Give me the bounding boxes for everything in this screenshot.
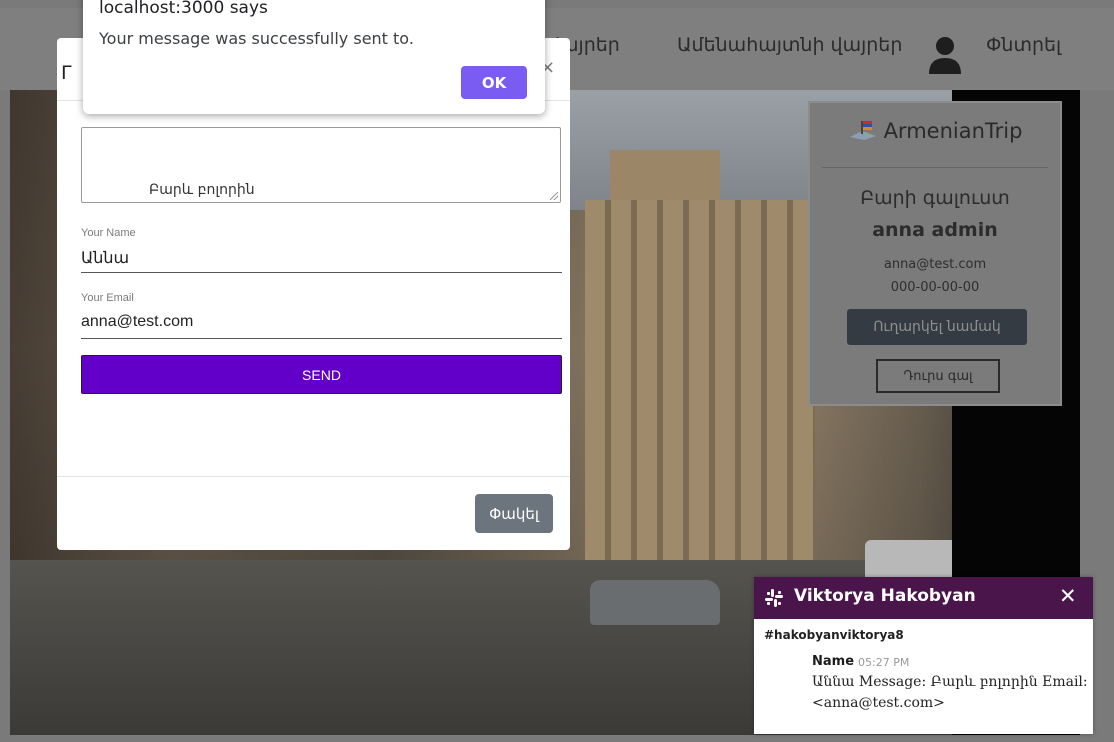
- email-field[interactable]: anna@test.com: [81, 313, 193, 331]
- notification-title: Viktorya Hakobyan: [794, 586, 976, 606]
- welcome-text: Բարի գալուստ: [860, 187, 1010, 209]
- notification-channel: #hakobyanviktorya8: [764, 628, 904, 642]
- card-divider: [822, 167, 1048, 168]
- contact-modal: Г × Բարև բոլորին Your Name Աննա Your Ema…: [57, 38, 570, 550]
- email-field-label: Your Email: [81, 292, 134, 304]
- slack-notification: Viktorya Hakobyan ✕ #hakobyanviktorya8 N…: [754, 577, 1093, 734]
- modal-title: Г: [61, 62, 73, 84]
- user-icon[interactable]: [927, 32, 963, 76]
- name-field-underline: [81, 272, 562, 273]
- alert-message: Your message was successfully sent to.: [99, 29, 414, 48]
- nav-link-search[interactable]: Փնտրել: [986, 34, 1061, 56]
- profile-card: ArmenianTrip Բարի գալուստ anna admin ann…: [808, 101, 1062, 406]
- notification-time: 05:27 PM: [858, 656, 910, 669]
- user-email: anna@test.com: [883, 257, 987, 272]
- alert-title: localhost:3000 says: [99, 0, 268, 18]
- send-button[interactable]: SEND: [81, 355, 562, 394]
- name-field[interactable]: Աննա: [81, 248, 129, 268]
- email-field-underline: [81, 338, 562, 339]
- notification-message: Աննա Message: Բարև բոլորին Email: <anna@…: [812, 674, 1088, 711]
- alert-dialog: localhost:3000 says Your message was suc…: [83, 0, 545, 114]
- map-flag-icon: [848, 119, 878, 141]
- slack-logo-icon: [764, 588, 784, 608]
- user-name: anna admin: [872, 219, 998, 241]
- notification-sender: Name: [812, 654, 855, 669]
- notification-header: Viktorya Hakobyan ✕: [754, 577, 1093, 619]
- message-textarea[interactable]: Բարև բոլորին: [81, 127, 561, 203]
- close-button[interactable]: Փակել: [475, 494, 553, 533]
- modal-footer-divider: [57, 476, 570, 477]
- send-letter-button[interactable]: Ուղարկել նամակ: [847, 309, 1027, 345]
- user-phone: 000-00-00-00: [890, 280, 980, 295]
- brand-name: ArmenianTrip: [883, 119, 1023, 143]
- nav-link-popular-places[interactable]: Ամենահայտնի վայրեր: [677, 34, 902, 56]
- alert-ok-button[interactable]: OK: [461, 66, 527, 99]
- resize-grip-icon[interactable]: [550, 192, 558, 200]
- brand: ArmenianTrip: [810, 119, 1060, 143]
- message-value: Բարև բոլորին: [149, 182, 255, 198]
- notification-close-icon[interactable]: ✕: [1059, 584, 1077, 608]
- name-field-label: Your Name: [81, 227, 136, 239]
- logout-button[interactable]: Դուրս գալ: [876, 359, 1000, 393]
